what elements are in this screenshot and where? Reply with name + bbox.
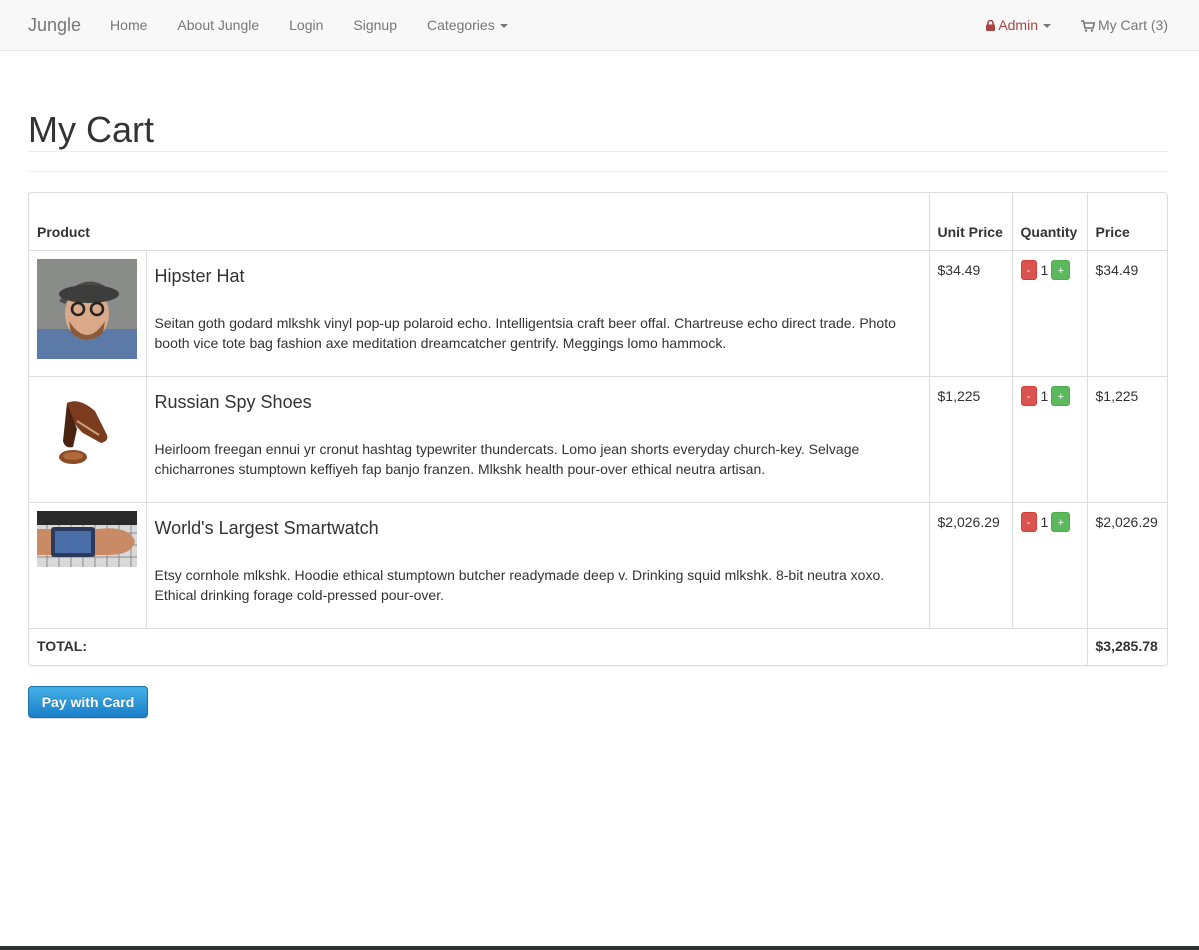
- nav-signup[interactable]: Signup: [338, 17, 412, 33]
- header-price: Price: [1086, 193, 1167, 251]
- table-row: World's Largest Smartwatch Etsy cornhole…: [29, 501, 1167, 629]
- product-image-spy-shoes: [37, 384, 137, 485]
- header-product: Product: [29, 193, 930, 251]
- increase-quantity-button[interactable]: +: [1051, 385, 1071, 406]
- quantity-cell: -1 +: [1011, 375, 1088, 503]
- nav-login[interactable]: Login: [274, 17, 338, 33]
- table-row: Russian Spy Shoes Heirloom freegan ennui…: [29, 375, 1167, 503]
- quantity-cell: -1 +: [1011, 501, 1088, 629]
- quantity-value: 1: [1040, 387, 1049, 404]
- decrease-quantity-button[interactable]: -: [1020, 259, 1037, 280]
- lock-icon: [986, 20, 996, 31]
- nav-admin-dropdown[interactable]: Admin: [971, 17, 1066, 33]
- total-row: TOTAL: $3,285.78: [29, 627, 1167, 665]
- nav-my-cart[interactable]: My Cart (3): [1066, 17, 1183, 33]
- header-quantity: Quantity: [1011, 193, 1088, 251]
- caret-down-icon: [499, 24, 508, 29]
- product-image-cell: [29, 249, 147, 377]
- product-image-cell: [29, 501, 147, 629]
- nav-right: Admin My Cart (3): [971, 0, 1183, 50]
- product-name[interactable]: Hipster Hat: [155, 266, 921, 286]
- nav-categories-dropdown[interactable]: Categories: [412, 17, 523, 33]
- quantity-value: 1: [1040, 513, 1049, 530]
- table-header-row: Product Unit Price Quantity Price: [29, 193, 1167, 251]
- total-label: TOTAL:: [29, 627, 1088, 665]
- header-unit-price: Unit Price: [928, 193, 1013, 251]
- bottom-bar: [0, 946, 1199, 950]
- divider: [28, 171, 1168, 172]
- brand-link[interactable]: Jungle: [28, 15, 81, 36]
- navbar: Jungle Home About Jungle Login Signup Ca…: [0, 0, 1199, 51]
- cart-icon: [1081, 20, 1095, 32]
- increase-quantity-button[interactable]: +: [1051, 511, 1071, 532]
- product-description: Seitan goth godard mlkshk vinyl pop-up p…: [154, 314, 896, 351]
- cart-panel: Product Unit Price Quantity Price Hipste…: [28, 192, 1168, 666]
- caret-down-icon: [1043, 24, 1051, 29]
- table-row: Hipster Hat Seitan goth godard mlkshk vi…: [29, 249, 1167, 377]
- pay-with-card-button[interactable]: Pay with Card: [28, 686, 148, 718]
- unit-price-cell: $1,225: [928, 375, 1013, 503]
- product-info-cell: Russian Spy Shoes Heirloom freegan ennui…: [145, 375, 930, 503]
- product-description: Heirloom freegan ennui yr cronut hashtag…: [154, 440, 860, 477]
- page-header: My Cart: [28, 111, 1168, 152]
- unit-price-cell: $34.49: [928, 249, 1013, 377]
- product-image-smartwatch: [37, 510, 137, 567]
- decrease-quantity-button[interactable]: -: [1020, 385, 1037, 406]
- page-title: My Cart: [28, 109, 154, 150]
- quantity-value: 1: [1040, 261, 1049, 278]
- cart-table: Product Unit Price Quantity Price Hipste…: [29, 193, 1167, 665]
- product-name[interactable]: World's Largest Smartwatch: [155, 518, 921, 538]
- quantity-cell: -1 +: [1011, 249, 1088, 377]
- nav-home[interactable]: Home: [95, 17, 162, 33]
- price-cell: $34.49: [1086, 249, 1167, 377]
- product-image-cell: [29, 375, 147, 503]
- product-info-cell: Hipster Hat Seitan goth godard mlkshk vi…: [145, 249, 930, 377]
- total-value: $3,285.78: [1086, 627, 1167, 665]
- nav-categories-label: Categories: [427, 17, 495, 33]
- nav-left: Home About Jungle Login Signup Categorie…: [95, 17, 523, 33]
- decrease-quantity-button[interactable]: -: [1020, 511, 1037, 532]
- main-container: My Cart Product Unit Price Quantity Pric…: [0, 111, 1199, 718]
- product-description: Etsy cornhole mlkshk. Hoodie ethical stu…: [154, 566, 885, 603]
- nav-cart-label: My Cart (3): [1098, 17, 1168, 33]
- product-image-hipster-hat: [37, 258, 137, 359]
- nav-admin-label: Admin: [998, 17, 1038, 33]
- product-name[interactable]: Russian Spy Shoes: [155, 392, 921, 412]
- product-info-cell: World's Largest Smartwatch Etsy cornhole…: [145, 501, 930, 629]
- price-cell: $1,225: [1086, 375, 1167, 503]
- price-cell: $2,026.29: [1086, 501, 1167, 629]
- unit-price-cell: $2,026.29: [928, 501, 1013, 629]
- nav-about[interactable]: About Jungle: [162, 17, 274, 33]
- increase-quantity-button[interactable]: +: [1051, 259, 1071, 280]
